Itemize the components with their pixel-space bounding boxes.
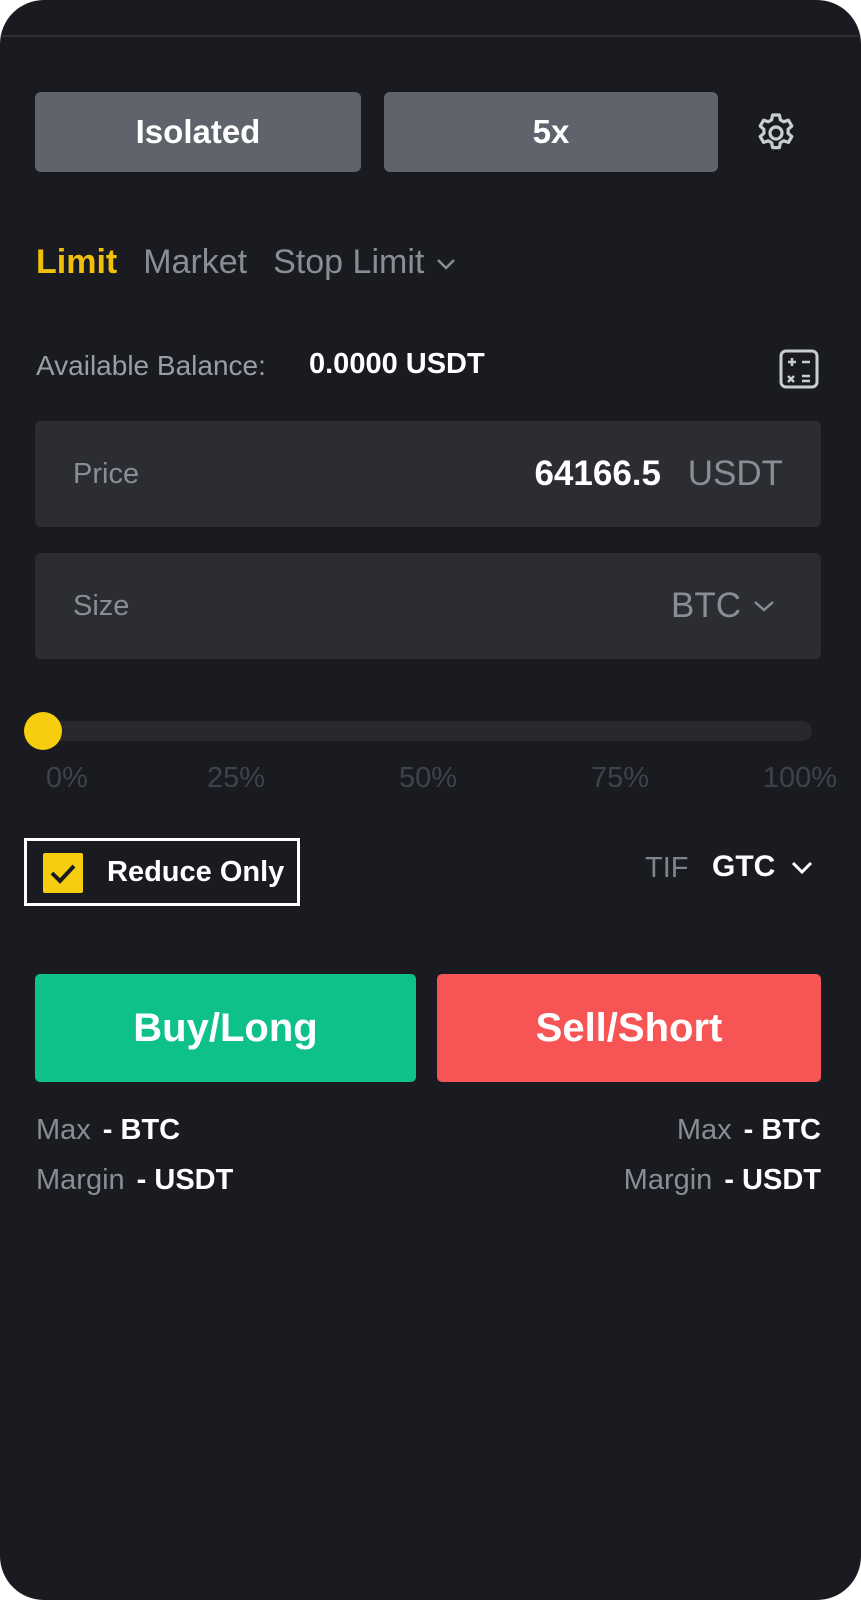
sell-margin-row: Margin - USDT bbox=[624, 1164, 821, 1197]
size-unit-label: BTC bbox=[671, 586, 741, 625]
order-panel: Isolated 5x Limit Market Stop Limit Avai… bbox=[0, 0, 861, 1600]
sell-short-button[interactable]: Sell/Short bbox=[437, 974, 821, 1082]
size-label: Size bbox=[73, 589, 130, 622]
check-icon bbox=[50, 864, 76, 884]
reduce-only-label: Reduce Only bbox=[107, 855, 285, 888]
price-label: Price bbox=[73, 457, 140, 490]
buy-margin-value: - USDT bbox=[136, 1164, 234, 1196]
checkbox-checked[interactable] bbox=[43, 853, 83, 893]
buy-max-key: Max bbox=[36, 1114, 91, 1146]
slider-tick-25: 25% bbox=[206, 762, 266, 794]
buy-margin-row: Margin - USDT bbox=[36, 1164, 233, 1197]
buy-long-button[interactable]: Buy/Long bbox=[35, 974, 416, 1082]
available-balance-label: Available Balance: bbox=[36, 350, 266, 381]
price-field[interactable]: Price 64166.5 USDT bbox=[35, 421, 821, 527]
slider-tick-50: 50% bbox=[398, 762, 458, 794]
buy-max-value: - BTC bbox=[102, 1114, 181, 1146]
slider-tick-75: 75% bbox=[590, 762, 650, 794]
tab-stop-limit[interactable]: Stop Limit bbox=[273, 243, 458, 282]
chevron-down-icon bbox=[437, 258, 456, 270]
sell-margin-value: - USDT bbox=[724, 1164, 821, 1196]
tab-market[interactable]: Market bbox=[143, 243, 247, 282]
tab-limit[interactable]: Limit bbox=[36, 243, 117, 282]
sell-margin-key: Margin bbox=[623, 1164, 713, 1196]
price-unit: USDT bbox=[687, 454, 783, 493]
sell-max-key: Max bbox=[676, 1114, 732, 1146]
leverage-button[interactable]: 5x bbox=[384, 92, 718, 172]
slider-tick-0: 0% bbox=[46, 762, 88, 794]
buy-margin-key: Margin bbox=[36, 1164, 125, 1196]
size-slider-track[interactable] bbox=[40, 721, 812, 741]
tif-select[interactable]: GTC bbox=[712, 850, 775, 884]
chevron-down-icon bbox=[754, 601, 774, 612]
gear-icon[interactable] bbox=[752, 110, 800, 158]
calculator-icon[interactable] bbox=[779, 349, 819, 389]
price-input[interactable]: 64166.5 bbox=[534, 421, 661, 527]
top-divider bbox=[0, 35, 861, 37]
order-type-tabs: Limit Market Stop Limit bbox=[36, 238, 484, 286]
size-slider-thumb[interactable] bbox=[24, 712, 62, 750]
available-balance-value: 0.0000 USDT bbox=[309, 348, 485, 380]
sell-max-value: - BTC bbox=[743, 1114, 821, 1146]
size-field[interactable]: Size BTC bbox=[35, 553, 821, 659]
margin-mode-button[interactable]: Isolated bbox=[35, 92, 361, 172]
reduce-only-checkbox[interactable]: Reduce Only bbox=[24, 838, 300, 906]
buy-max-row: Max - BTC bbox=[36, 1114, 180, 1147]
tif-label: TIF bbox=[645, 852, 689, 884]
sell-max-row: Max - BTC bbox=[677, 1114, 821, 1147]
size-unit-selector[interactable]: BTC bbox=[671, 553, 777, 659]
tab-stop-limit-label: Stop Limit bbox=[273, 242, 425, 281]
chevron-down-icon[interactable] bbox=[788, 856, 816, 880]
slider-tick-100: 100% bbox=[762, 762, 838, 794]
